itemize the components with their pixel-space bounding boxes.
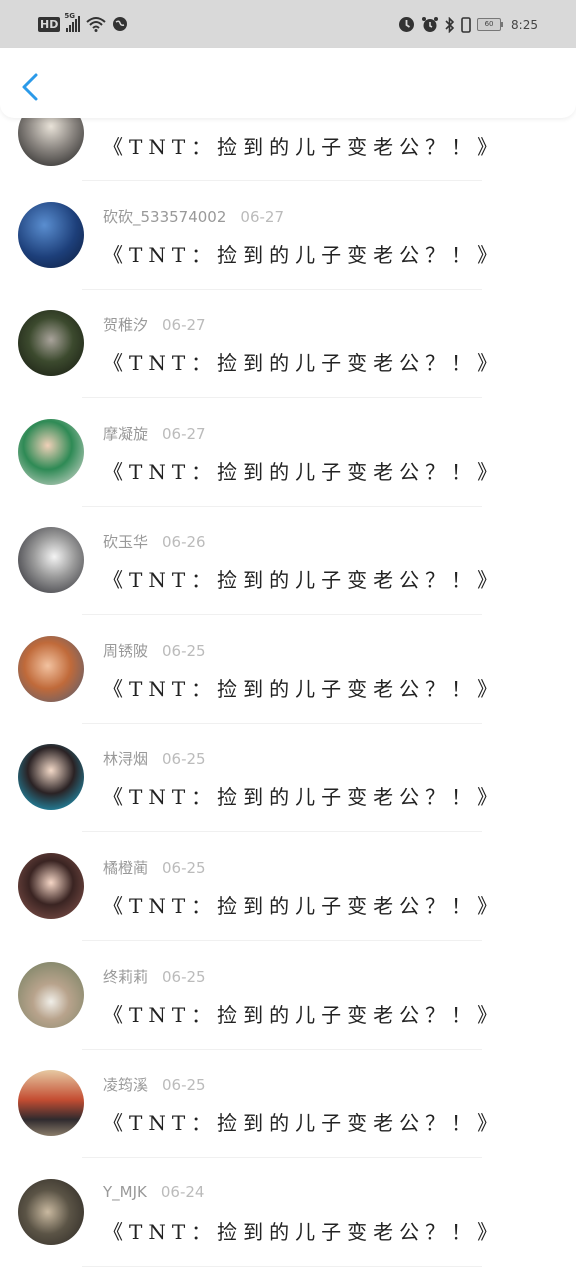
sender-name: 贺稚汐 — [103, 316, 149, 334]
message-meta: 橘橙蔺 06-25 — [103, 857, 206, 878]
message-date: 06-27 — [162, 316, 206, 334]
avatar[interactable] — [18, 853, 84, 919]
avatar[interactable] — [18, 636, 84, 702]
list-item[interactable]: 砍玉华 06-26 《TNT：捡到的儿子变老公？！》 — [0, 507, 576, 615]
message-meta: 贺稚汐 06-27 — [103, 314, 206, 335]
list-item[interactable]: 摩凝旋 06-27 《TNT：捡到的儿子变老公？！》 — [0, 398, 576, 507]
avatar[interactable] — [18, 1070, 84, 1136]
message-text: 《TNT：捡到的儿子变老公？！》 — [103, 351, 504, 375]
message-text: 《TNT：捡到的儿子变老公？！》 — [103, 135, 504, 159]
message-text: 《TNT：捡到的儿子变老公？！》 — [103, 568, 504, 592]
message-text: 《TNT：捡到的儿子变老公？！》 — [103, 894, 504, 918]
message-meta: 周锈陂 06-25 — [103, 640, 206, 661]
message-text: 《TNT：捡到的儿子变老公？！》 — [103, 1111, 504, 1135]
list-item[interactable]: 终莉莉 06-25 《TNT：捡到的儿子变老公？！》 — [0, 941, 576, 1050]
sender-name: 橘橙蔺 — [103, 859, 149, 877]
message-meta: 凌筠溪 06-25 — [103, 1074, 206, 1095]
sender-name: 林浔烟 — [103, 750, 149, 768]
sender-name: 摩凝旋 — [103, 425, 149, 443]
avatar[interactable] — [18, 419, 84, 485]
avatar[interactable] — [18, 1179, 84, 1245]
header — [0, 48, 576, 118]
back-button[interactable] — [18, 70, 46, 104]
message-text: 《TNT：捡到的儿子变老公？！》 — [103, 677, 504, 701]
list-item[interactable]: 橘橙蔺 06-25 《TNT：捡到的儿子变老公？！》 — [0, 832, 576, 941]
avatar[interactable] — [18, 962, 84, 1028]
chevron-left-icon — [22, 73, 38, 101]
message-date: 06-25 — [162, 750, 206, 768]
message-meta: Y_MJK 06-24 — [103, 1183, 204, 1201]
avatar[interactable] — [18, 527, 84, 593]
list-item[interactable]: 砍砍_533574002 06-27 《TNT：捡到的儿子变老公？！》 — [0, 182, 576, 290]
list-item[interactable]: 林浔烟 06-25 《TNT：捡到的儿子变老公？！》 — [0, 724, 576, 832]
avatar[interactable] — [18, 202, 84, 268]
divider — [82, 1266, 482, 1267]
sender-name: 终莉莉 — [103, 968, 149, 986]
sender-name: 砍砍_533574002 — [103, 208, 227, 226]
message-date: 06-24 — [160, 1183, 205, 1201]
message-meta: 砍玉华 06-26 — [103, 531, 206, 552]
sender-name: 周锈陂 — [103, 642, 149, 660]
message-meta: 林浔烟 06-25 — [103, 748, 206, 769]
sender-name: 凌筠溪 — [103, 1076, 149, 1094]
avatar[interactable] — [18, 744, 84, 810]
message-date: 06-25 — [162, 859, 206, 877]
message-date: 06-25 — [162, 642, 206, 660]
list-item[interactable]: Y_MJK 06-24 《TNT：捡到的儿子变老公？！》 — [0, 1158, 576, 1267]
message-meta: 摩凝旋 06-27 — [103, 423, 206, 444]
avatar[interactable] — [18, 310, 84, 376]
list-item[interactable]: 贺稚汐 06-27 《TNT：捡到的儿子变老公？！》 — [0, 290, 576, 398]
message-meta: 砍砍_533574002 06-27 — [103, 206, 284, 227]
message-date: 06-27 — [162, 425, 206, 443]
message-text: 《TNT：捡到的儿子变老公？！》 — [103, 243, 504, 267]
message-text: 《TNT：捡到的儿子变老公？！》 — [103, 1220, 504, 1244]
sender-name: 砍玉华 — [103, 533, 149, 551]
message-date: 06-25 — [162, 1076, 206, 1094]
message-date: 06-26 — [162, 533, 206, 551]
message-meta: 终莉莉 06-25 — [103, 966, 206, 987]
message-text: 《TNT：捡到的儿子变老公？！》 — [103, 1003, 504, 1027]
message-text: 《TNT：捡到的儿子变老公？！》 — [103, 460, 504, 484]
message-text: 《TNT：捡到的儿子变老公？！》 — [103, 785, 504, 809]
sender-name: Y_MJK — [103, 1183, 147, 1201]
message-date: 06-25 — [162, 968, 206, 986]
message-date: 06-27 — [240, 208, 284, 226]
list-item[interactable]: 凌筠溪 06-25 《TNT：捡到的儿子变老公？！》 — [0, 1050, 576, 1158]
list-item[interactable]: 周锈陂 06-25 《TNT：捡到的儿子变老公？！》 — [0, 615, 576, 724]
divider — [82, 180, 482, 181]
message-list[interactable]: 《TNT：捡到的儿子变老公？！》 砍砍_533574002 06-27 《TNT：… — [0, 0, 576, 1280]
